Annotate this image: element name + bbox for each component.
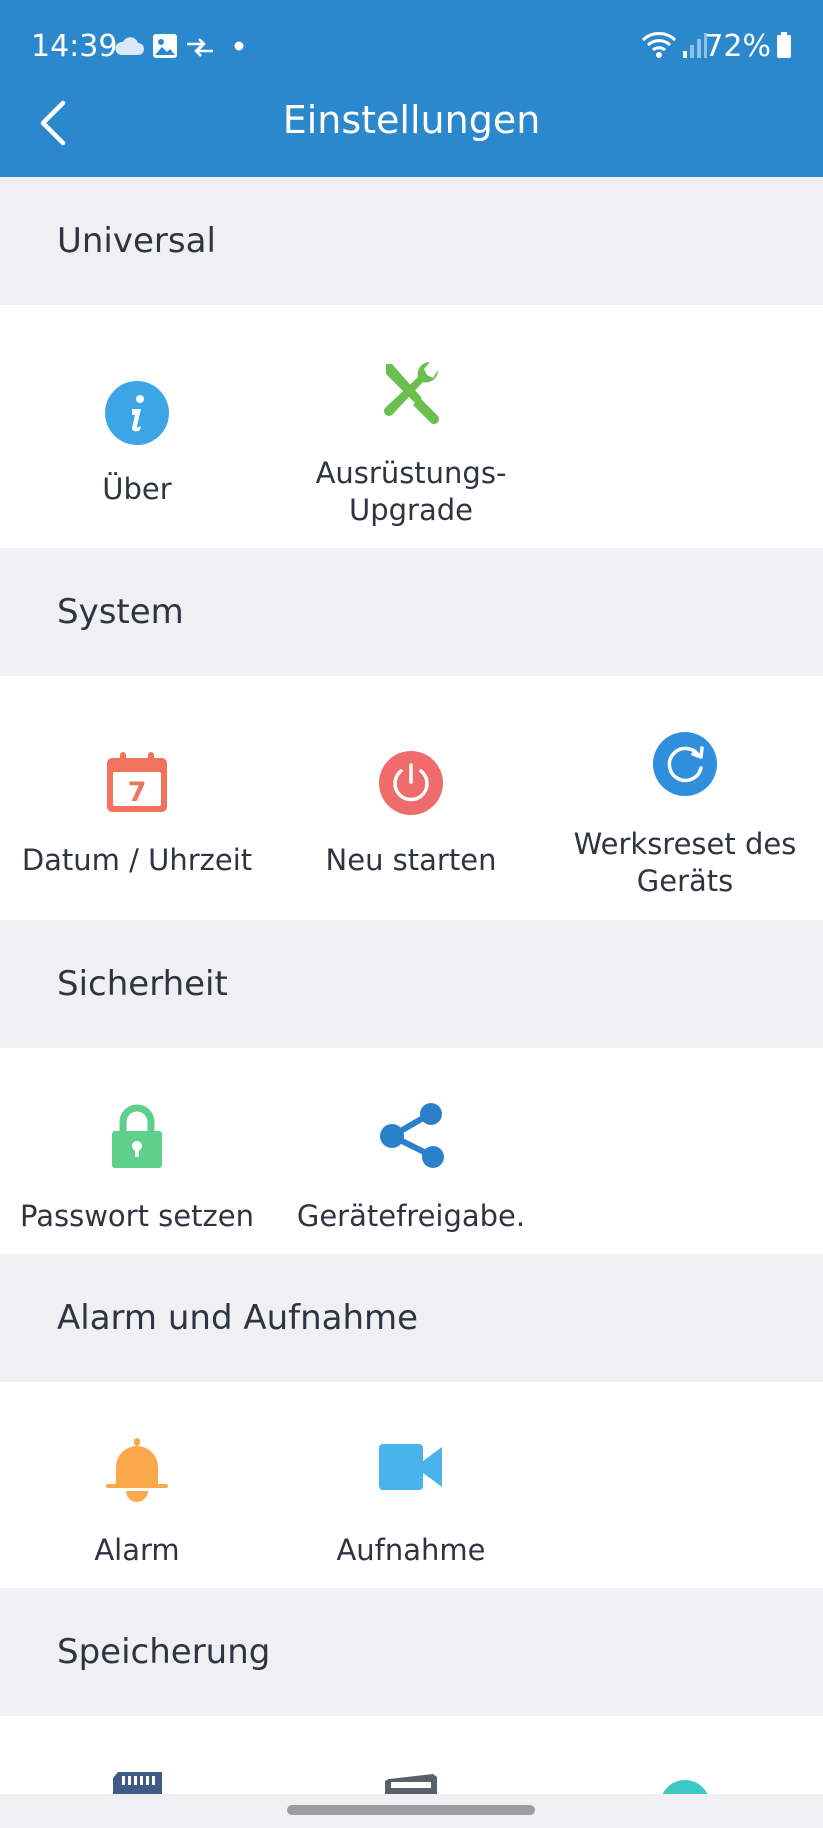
item-label: Aufnahme [336,1533,486,1567]
dot-icon [234,41,244,51]
item-label: Datum / Uhrzeit [21,843,253,877]
section-title: System [57,592,184,632]
wifi-icon [641,32,677,58]
item-label: Werksreset des Geräts [573,827,797,898]
share-icon [380,1103,444,1168]
power-icon [379,751,443,815]
date-time-item[interactable]: 7 Datum / Uhrzeit [0,676,274,920]
item-label: Ausrüstungs- Upgrade [315,456,507,527]
section-universal: Über Ausrüstungs- Upgrade [0,305,823,548]
recording-item[interactable]: Aufnahme [274,1382,548,1588]
bell-icon [106,1438,168,1502]
section-title: Universal [57,221,216,261]
section-header-system: System [0,548,823,676]
section-title: Alarm und Aufnahme [57,1298,419,1338]
section-header-universal: Universal [0,177,823,305]
calendar-icon: 7 [107,752,167,812]
battery-percentage: 72% [704,29,771,64]
home-indicator[interactable] [287,1805,535,1815]
section-alarm-recording: Alarm Aufnahme [0,1382,823,1588]
transfer-icon [187,38,213,57]
section-security: Passwort setzen Gerätefreigabe. [0,1048,823,1254]
alarm-item[interactable]: Alarm [0,1382,274,1588]
section-header-security: Sicherheit [0,920,823,1048]
app-bar: 14:39 72% Einstellungen [0,0,823,177]
calendar-day: 7 [128,777,147,808]
status-bar: 14:39 72% [0,0,823,92]
item-label: Alarm [94,1533,180,1567]
item-label: Gerätefreigabe. [296,1199,526,1233]
tools-icon [384,361,439,424]
about-item[interactable]: Über [0,305,274,548]
battery-icon [777,32,791,58]
set-password-item[interactable]: Passwort setzen [0,1048,274,1254]
item-label: Passwort setzen [20,1199,254,1233]
gallery-icon [153,34,177,58]
restart-item[interactable]: Neu starten [274,676,548,920]
item-label: Neu starten [325,843,497,877]
equipment-upgrade-item[interactable]: Ausrüstungs- Upgrade [274,305,548,548]
lock-icon [112,1104,162,1168]
section-header-alarm-recording: Alarm und Aufnahme [0,1254,823,1382]
section-system: 7 Datum / Uhrzeit Neu starten Werksreset… [0,676,823,920]
device-sharing-item[interactable]: Gerätefreigabe. [274,1048,548,1254]
cloud-icon [115,37,144,55]
video-icon [379,1444,442,1490]
factory-reset-item[interactable]: Werksreset des Geräts [548,676,822,920]
item-label: Über [102,472,172,506]
status-time: 14:39 [31,29,118,64]
section-header-storage: Speicherung [0,1588,823,1716]
section-title: Sicherheit [57,964,228,1004]
info-icon [105,381,169,445]
page-title: Einstellungen [282,98,541,142]
reset-icon [653,732,717,796]
section-title: Speicherung [57,1632,271,1672]
